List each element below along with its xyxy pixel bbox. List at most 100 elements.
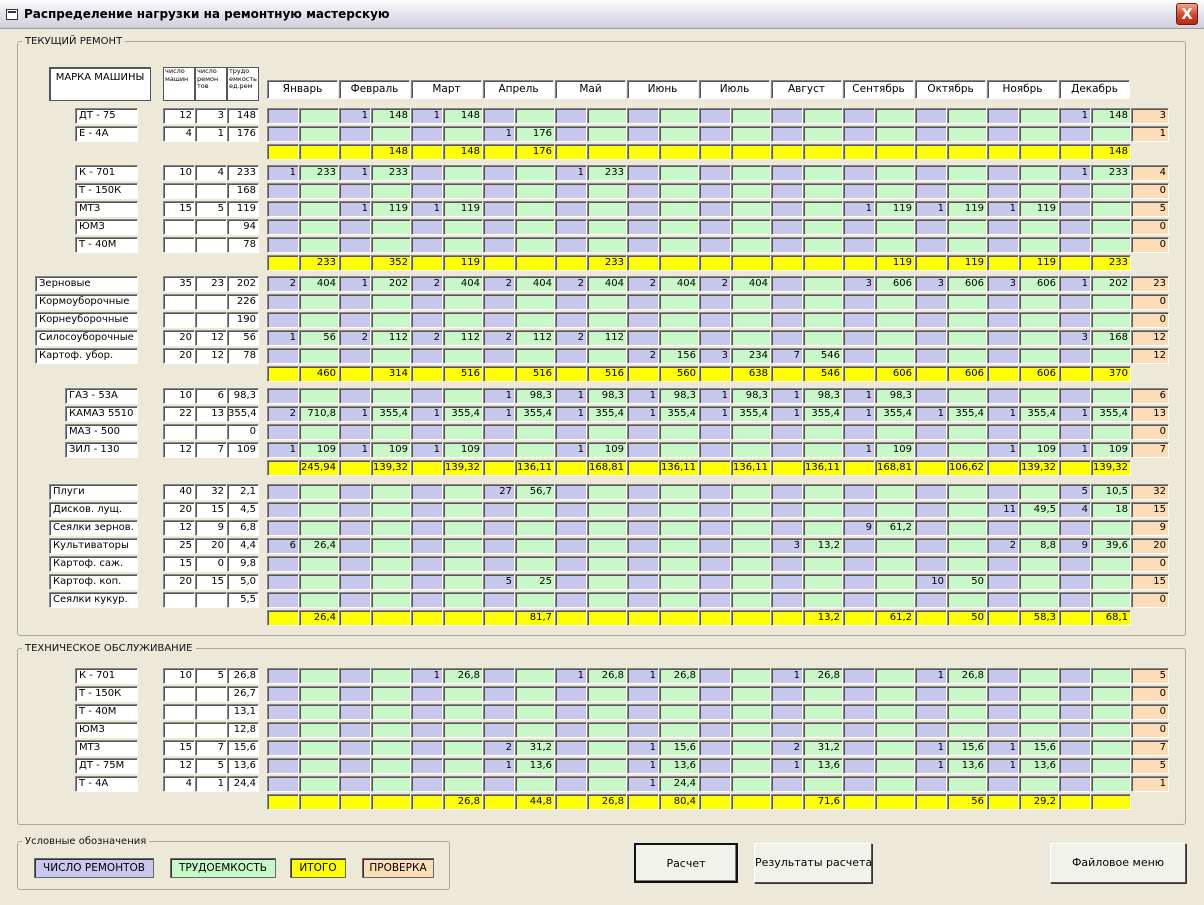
file-menu-button[interactable]: Файловое меню [1050,843,1186,883]
month-labor-field[interactable] [731,502,771,518]
month-labor-field[interactable] [947,704,987,720]
month-repairs-field[interactable] [843,330,875,346]
month-repairs-field[interactable] [843,502,875,518]
month-labor-field[interactable] [587,294,627,310]
month-repairs-field[interactable] [1059,237,1091,253]
close-button[interactable]: X [1176,3,1198,25]
month-labor-field[interactable] [515,704,555,720]
month-labor-field[interactable] [299,294,339,310]
machines-count-field[interactable]: 10 [163,668,195,684]
month-repairs-field[interactable] [699,294,731,310]
month-labor-field[interactable] [587,348,627,364]
month-repairs-field[interactable] [483,201,515,217]
month-labor-field[interactable] [299,776,339,792]
month-labor-field[interactable]: 404 [659,276,699,292]
month-repairs-field[interactable] [699,165,731,181]
month-repairs-field[interactable] [339,237,371,253]
month-labor-field[interactable]: 13,6 [947,758,987,774]
month-repairs-field[interactable] [843,740,875,756]
month-repairs-field[interactable]: 2 [483,276,515,292]
month-repairs-field[interactable] [843,758,875,774]
month-repairs-field[interactable]: 1 [1059,406,1091,422]
month-labor-field[interactable] [443,183,483,199]
month-labor-field[interactable] [371,237,411,253]
month-repairs-field[interactable] [843,574,875,590]
month-repairs-field[interactable]: 1 [987,201,1019,217]
month-labor-field[interactable]: 176 [515,126,555,142]
month-repairs-field[interactable] [1059,722,1091,738]
month-repairs-field[interactable] [987,484,1019,500]
month-repairs-field[interactable] [627,520,659,536]
month-repairs-field[interactable] [987,219,1019,235]
labor-unit-field[interactable]: 9,8 [227,556,259,572]
month-repairs-field[interactable] [627,556,659,572]
month-labor-field[interactable]: 404 [731,276,771,292]
month-repairs-field[interactable]: 1 [555,388,587,404]
machines-count-field[interactable] [163,183,195,199]
month-labor-field[interactable] [1019,165,1059,181]
month-repairs-field[interactable] [627,165,659,181]
month-labor-field[interactable]: 355,4 [731,406,771,422]
month-labor-field[interactable]: 404 [443,276,483,292]
month-repairs-field[interactable] [915,538,947,554]
month-labor-field[interactable] [515,686,555,702]
month-repairs-field[interactable] [627,330,659,346]
month-repairs-field[interactable] [411,592,443,608]
month-repairs-field[interactable]: 1 [339,201,371,217]
month-labor-field[interactable] [731,740,771,756]
month-labor-field[interactable] [1091,776,1131,792]
month-repairs-field[interactable] [411,126,443,142]
month-labor-field[interactable] [443,165,483,181]
month-labor-field[interactable] [731,538,771,554]
repairs-count-field[interactable]: 6 [195,388,227,404]
repairs-count-field[interactable]: 5 [195,668,227,684]
month-repairs-field[interactable] [699,237,731,253]
month-repairs-field[interactable] [987,348,1019,364]
month-repairs-field[interactable] [483,348,515,364]
month-labor-field[interactable]: 109 [299,442,339,458]
month-repairs-field[interactable] [555,108,587,124]
month-labor-field[interactable] [443,312,483,328]
month-labor-field[interactable] [587,704,627,720]
month-labor-field[interactable]: 109 [587,442,627,458]
month-labor-field[interactable] [371,312,411,328]
month-labor-field[interactable] [659,592,699,608]
repairs-count-field[interactable] [195,183,227,199]
month-repairs-field[interactable] [483,722,515,738]
month-repairs-field[interactable] [771,704,803,720]
month-labor-field[interactable] [803,704,843,720]
labor-unit-field[interactable]: 2,1 [227,484,259,500]
month-repairs-field[interactable] [555,484,587,500]
month-repairs-field[interactable] [699,776,731,792]
month-labor-field[interactable] [443,704,483,720]
month-repairs-field[interactable] [987,108,1019,124]
month-repairs-field[interactable]: 1 [627,758,659,774]
month-repairs-field[interactable] [555,704,587,720]
month-labor-field[interactable] [587,183,627,199]
repairs-count-field[interactable]: 20 [195,538,227,554]
month-labor-field[interactable] [659,108,699,124]
month-labor-field[interactable]: 355,4 [515,406,555,422]
month-labor-field[interactable] [947,538,987,554]
month-repairs-field[interactable] [771,520,803,536]
month-labor-field[interactable] [1091,520,1131,536]
month-labor-field[interactable] [731,484,771,500]
month-repairs-field[interactable]: 1 [987,740,1019,756]
month-repairs-field[interactable] [843,592,875,608]
month-labor-field[interactable] [515,312,555,328]
month-repairs-field[interactable]: 1 [339,276,371,292]
month-labor-field[interactable] [299,183,339,199]
month-labor-field[interactable] [1091,686,1131,702]
month-repairs-field[interactable]: 1 [411,442,443,458]
repairs-count-field[interactable] [195,686,227,702]
month-repairs-field[interactable] [987,574,1019,590]
month-labor-field[interactable]: 13,2 [803,538,843,554]
month-repairs-field[interactable] [411,740,443,756]
month-repairs-field[interactable]: 2 [483,330,515,346]
month-labor-field[interactable] [803,776,843,792]
month-labor-field[interactable]: 109 [371,442,411,458]
month-repairs-field[interactable] [699,758,731,774]
month-repairs-field[interactable]: 1 [339,165,371,181]
machines-count-field[interactable]: 4 [163,126,195,142]
month-repairs-field[interactable] [771,574,803,590]
